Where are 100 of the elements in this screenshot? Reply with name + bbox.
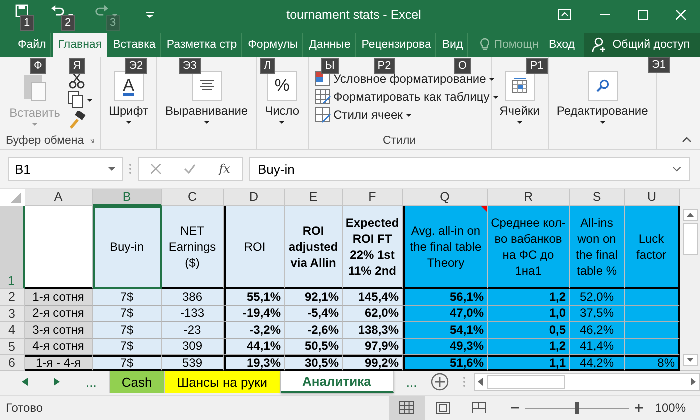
sheet-tab[interactable]: Аналитика bbox=[280, 371, 394, 393]
table-cell: 46,2% bbox=[570, 322, 625, 339]
dialog-launcher-icon[interactable] bbox=[90, 136, 94, 144]
keytip: О bbox=[454, 58, 471, 74]
scroll-thumb[interactable] bbox=[682, 223, 698, 255]
zoom-slider-thumb[interactable] bbox=[575, 402, 580, 414]
share-button[interactable]: Общий доступ bbox=[584, 33, 700, 57]
font-button[interactable]: A Шрифт bbox=[107, 71, 150, 132]
previous-sheet-icon[interactable] bbox=[22, 378, 28, 386]
table-cell: 51,6% bbox=[403, 355, 488, 371]
caret-icon bbox=[204, 121, 210, 124]
keytip: Р2 bbox=[374, 58, 396, 74]
table-cell: -3,2% bbox=[224, 322, 285, 339]
table-cell: 7$ bbox=[93, 339, 162, 355]
group-label: Буфер обмена bbox=[6, 134, 84, 146]
caret-icon bbox=[600, 121, 606, 124]
keytip: 1 bbox=[20, 15, 34, 31]
more-sheets-button[interactable]: ... bbox=[406, 374, 418, 390]
conditional-format-icon bbox=[314, 71, 331, 87]
table-cell: Buy-in bbox=[93, 206, 162, 289]
table-cell: 55,1% bbox=[224, 289, 285, 306]
lightbulb-icon bbox=[480, 38, 490, 52]
maximize-icon[interactable] bbox=[638, 10, 648, 20]
table-cell: 1,2 bbox=[488, 339, 570, 355]
scroll-down-icon[interactable] bbox=[682, 354, 698, 366]
row-header[interactable]: 2 bbox=[0, 289, 25, 306]
customize-icon[interactable] bbox=[146, 12, 154, 18]
next-sheet-icon[interactable] bbox=[54, 378, 60, 386]
ribbon-tab[interactable]: Главная bbox=[53, 33, 108, 57]
sign-in-link[interactable]: Вход bbox=[548, 33, 575, 57]
expand-icon[interactable] bbox=[673, 166, 681, 172]
table-cell: 99,2% bbox=[343, 355, 403, 371]
table-cell: 56,1% bbox=[403, 289, 488, 306]
add-sheet-icon[interactable] bbox=[431, 373, 450, 391]
caret-icon bbox=[516, 121, 523, 124]
scroll-thumb[interactable] bbox=[487, 375, 566, 389]
page-layout-icon[interactable] bbox=[435, 401, 452, 415]
scissors-icon[interactable] bbox=[68, 71, 86, 89]
table-cell: ROI adjusted via Allin bbox=[285, 206, 343, 289]
caret-icon bbox=[492, 96, 499, 98]
style-command[interactable]: Условное форматирование bbox=[314, 71, 499, 87]
column-header[interactable]: Q bbox=[403, 189, 488, 206]
table-cell: 44,2% bbox=[570, 355, 625, 371]
table-cell: 49,3% bbox=[403, 339, 488, 355]
table-cell: -23 bbox=[162, 322, 224, 339]
dropdown-icon[interactable] bbox=[108, 167, 116, 171]
column-header[interactable]: S bbox=[570, 189, 625, 206]
row-header[interactable]: 5 bbox=[0, 339, 25, 355]
copy-icon[interactable] bbox=[68, 91, 84, 109]
table-cell: -5,4% bbox=[285, 306, 343, 322]
column-header[interactable]: A bbox=[25, 189, 93, 206]
table-cell: 1,0 bbox=[488, 306, 570, 322]
sheet-tab[interactable]: Шансы на руки bbox=[165, 371, 281, 393]
table-cell: -133 bbox=[162, 306, 224, 322]
style-command[interactable]: Форматировать как таблицу bbox=[314, 89, 499, 105]
insert-function-button[interactable]: fx bbox=[219, 162, 230, 176]
table-cell: 37,5% bbox=[570, 306, 625, 322]
column-header[interactable]: F bbox=[343, 189, 403, 206]
grip-icon bbox=[463, 376, 466, 388]
column-header[interactable]: E bbox=[285, 189, 343, 206]
caret-icon[interactable] bbox=[87, 98, 93, 102]
table-cell: -2,6% bbox=[285, 322, 343, 339]
more-sheets-button[interactable]: ... bbox=[86, 374, 97, 390]
number-button[interactable]: % Число bbox=[263, 71, 302, 132]
sheet-tab[interactable]: Cash bbox=[110, 371, 166, 393]
scroll-up-icon[interactable] bbox=[682, 209, 698, 221]
table-cell: 7$ bbox=[93, 289, 162, 306]
formula-field[interactable]: Buy-in bbox=[249, 157, 690, 181]
close-icon[interactable] bbox=[676, 10, 686, 20]
column-header[interactable]: U bbox=[625, 189, 680, 206]
table-cell: 50,5% bbox=[285, 339, 343, 355]
zoom-level[interactable]: 100% bbox=[655, 401, 686, 415]
table-cell: 41,4% bbox=[570, 339, 625, 355]
table-cell: 92,1% bbox=[285, 289, 343, 306]
table-format-icon bbox=[314, 89, 331, 105]
column-header[interactable]: B bbox=[93, 189, 162, 206]
save-icon[interactable] bbox=[14, 3, 30, 19]
row-header[interactable]: 1 bbox=[0, 206, 25, 289]
column-header[interactable]: R bbox=[488, 189, 570, 206]
zoom-in-icon[interactable] bbox=[635, 404, 644, 412]
page-break-icon[interactable] bbox=[471, 401, 488, 415]
editing-button[interactable]: Редактирование bbox=[554, 71, 650, 132]
alignment-button[interactable]: Выравнивание bbox=[163, 71, 250, 132]
format-painter-icon[interactable] bbox=[68, 111, 86, 129]
table-cell: 44,1% bbox=[224, 339, 285, 355]
caret-icon bbox=[126, 121, 132, 124]
column-header[interactable]: C bbox=[162, 189, 224, 206]
row-header[interactable]: 4 bbox=[0, 322, 25, 339]
name-box[interactable]: B1 bbox=[8, 157, 123, 181]
cells-button[interactable]: Ячейки bbox=[498, 71, 542, 132]
collapse-ribbon-icon[interactable] bbox=[682, 137, 692, 143]
search-icon bbox=[596, 79, 610, 93]
row-header[interactable]: 3 bbox=[0, 306, 25, 322]
keytip: Ы bbox=[321, 58, 339, 74]
column-header[interactable]: D bbox=[224, 189, 285, 206]
ribbon-display-icon[interactable] bbox=[558, 9, 572, 21]
normal-view-icon[interactable] bbox=[399, 401, 416, 415]
row-header[interactable]: 6 bbox=[0, 355, 25, 371]
group-label: Стили bbox=[382, 134, 418, 148]
style-command[interactable]: Стили ячеек bbox=[314, 107, 499, 123]
